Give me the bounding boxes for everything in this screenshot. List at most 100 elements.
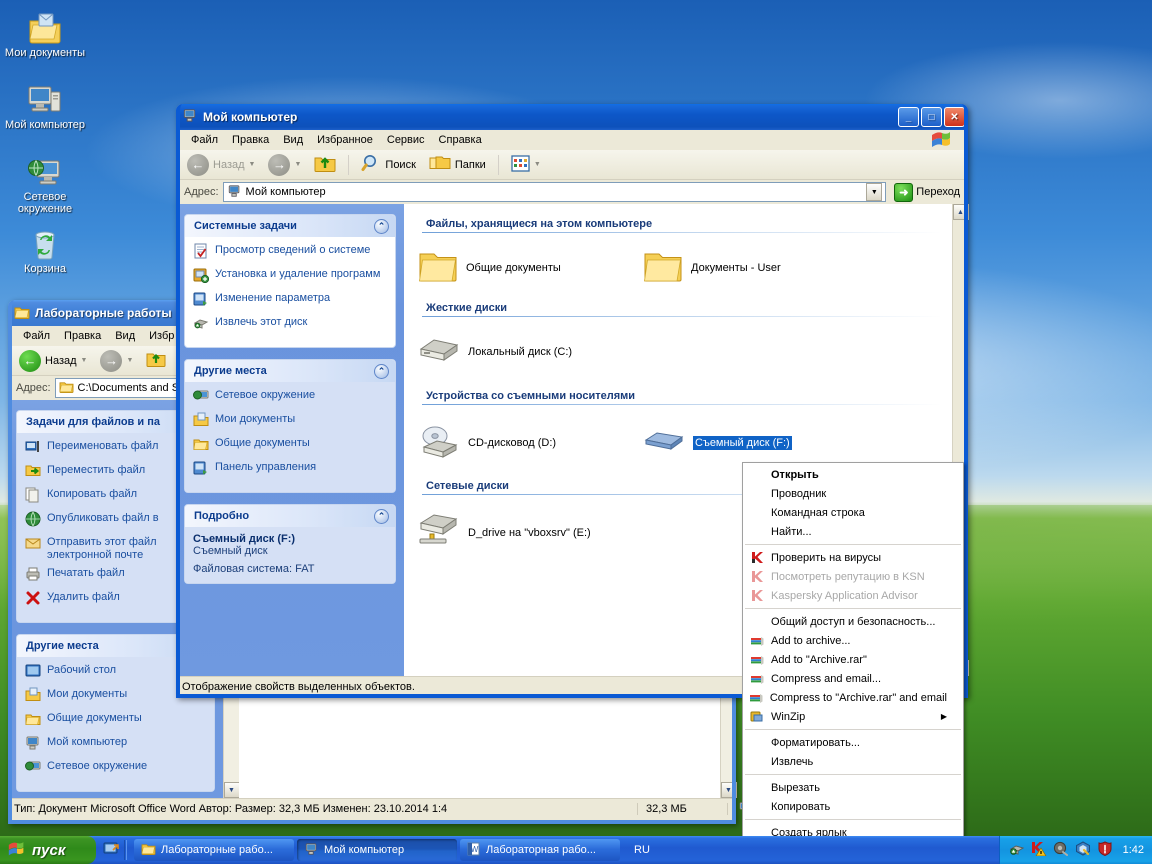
context-menu-item-format[interactable]: Форматировать... (743, 733, 963, 752)
address-input[interactable]: Мой компьютер ▼ (222, 182, 887, 202)
back-button-back-window[interactable]: ← Назад ▼ (14, 348, 92, 374)
place-shared-documents[interactable]: Общие документы (193, 436, 387, 456)
chevron-up-icon[interactable]: ⌃ (374, 218, 389, 234)
place-shared-documents[interactable]: Общие документы (25, 711, 206, 731)
context-menu-item-compress-to-archive-and-email[interactable]: Compress to "Archive.rar" and email (743, 688, 963, 707)
chevron-down-icon[interactable]: ▼ (294, 161, 301, 168)
panel-system-tasks: Системные задачи ⌃ Просмотр сведений о с… (184, 214, 396, 348)
addressbar-front[interactable]: Адрес: Мой компьютер ▼ ➜ Переход (176, 180, 968, 204)
taskbar[interactable]: пуск Лабораторные рабо... Мой компьютер … (0, 836, 1152, 864)
chevron-up-icon[interactable]: ⌃ (374, 508, 389, 524)
panel-header-system-tasks[interactable]: Системные задачи ⌃ (185, 215, 395, 237)
toolbar-front[interactable]: ← Назад ▼ → ▼ Поиск Папки ▼ (176, 150, 968, 180)
maximize-button[interactable]: □ (921, 107, 942, 127)
task-system-info[interactable]: Просмотр сведений о системе (193, 243, 387, 263)
language-bar[interactable]: RU (623, 836, 661, 864)
place-my-documents[interactable]: Мои документы (193, 412, 387, 432)
forward-button-back-window[interactable]: → ▼ (95, 348, 138, 374)
forward-button[interactable]: → ▼ (263, 152, 306, 178)
quick-launch-bar[interactable] (96, 840, 134, 860)
context-menu-item-copy[interactable]: Копировать (743, 797, 963, 816)
chevron-down-icon[interactable]: ▼ (866, 183, 883, 201)
volume-icon[interactable] (1053, 841, 1069, 859)
menu-edit-back[interactable]: Правка (57, 328, 108, 344)
menu-favorites[interactable]: Избранное (310, 132, 380, 148)
chevron-down-icon[interactable]: ▼ (126, 357, 133, 364)
place-control-panel[interactable]: Панель управления (193, 460, 387, 480)
place-network-places[interactable]: Сетевое окружение (25, 759, 206, 779)
kaspersky-warning-icon[interactable] (1031, 841, 1047, 859)
context-menu-item-compress-and-email[interactable]: Compress and email... (743, 669, 963, 688)
context-menu-item-search[interactable]: Найти... (743, 522, 963, 541)
context-menu-item-winzip[interactable]: WinZip ▶ (743, 707, 963, 726)
search-button[interactable]: Поиск (356, 151, 420, 178)
back-button[interactable]: ← Назад ▼ (182, 152, 260, 178)
file-item-local-disk-c[interactable]: Локальный диск (C:) (418, 335, 643, 368)
chevron-up-icon[interactable]: ⌃ (374, 363, 389, 379)
menu-view[interactable]: Вид (276, 132, 310, 148)
task-change-setting[interactable]: Изменение параметра (193, 291, 387, 311)
clock[interactable]: 1:42 (1123, 844, 1144, 856)
context-menu-item-add-to-archive-rar[interactable]: Add to "Archive.rar" (743, 650, 963, 669)
chevron-down-icon[interactable]: ▼ (534, 161, 541, 168)
context-menu-item-cut[interactable]: Вырезать (743, 778, 963, 797)
taskbar-button-laboratory-works[interactable]: Лабораторные рабо... (134, 839, 294, 861)
panel-header-other-places[interactable]: Другие места ⌃ (185, 360, 395, 382)
kaspersky-icon (749, 588, 765, 604)
taskbar-button-laboratory-work-doc[interactable]: W Лабораторная рабо... (460, 839, 620, 861)
file-item-documents-user[interactable]: Документы - User (643, 249, 868, 286)
context-menu-item-scan-for-viruses[interactable]: Проверить на вирусы (743, 548, 963, 567)
panel-header-details[interactable]: Подробно ⌃ (185, 505, 395, 527)
context-menu-item-ksn-reputation[interactable]: Посмотреть репутацию в KSN (743, 567, 963, 586)
place-network-places[interactable]: Сетевое окружение (193, 388, 387, 408)
security-center-icon[interactable] (1097, 841, 1113, 859)
context-menu-item-add-to-archive[interactable]: Add to archive... (743, 631, 963, 650)
titlebar-my-computer[interactable]: Мой компьютер _ □ ✕ (176, 104, 968, 130)
go-button[interactable]: ➜ Переход (890, 182, 964, 202)
menu-file[interactable]: Файл (184, 132, 225, 148)
context-menu-item-kaspersky-app-advisor[interactable]: Kaspersky Application Advisor (743, 586, 963, 605)
task-add-remove-programs[interactable]: Установка и удаление программ (193, 267, 387, 287)
task-eject-disk[interactable]: Извлечь этот диск (193, 315, 387, 335)
chevron-down-icon[interactable]: ▼ (249, 161, 256, 168)
menubar-front[interactable]: Файл Правка Вид Избранное Сервис Справка (176, 130, 968, 150)
desktop[interactable]: Мои документы Мой компьютер Сетевое окру… (0, 0, 1152, 836)
start-button[interactable]: пуск (0, 836, 96, 864)
context-menu[interactable]: Открыть Проводник Командная строка Найти… (742, 462, 964, 836)
context-menu-item-sharing-and-security[interactable]: Общий доступ и безопасность... (743, 612, 963, 631)
file-item-removable-disk-f[interactable]: Съемный диск (F:) (643, 423, 868, 462)
context-menu-item-create-shortcut[interactable]: Создать ярлык (743, 823, 963, 837)
menu-view-back[interactable]: Вид (108, 328, 142, 344)
context-menu-item-command-prompt[interactable]: Командная строка (743, 503, 963, 522)
system-tray[interactable]: 1:42 (998, 836, 1152, 864)
folders-button[interactable]: Папки (424, 152, 491, 178)
file-item-network-drive-e[interactable]: D_drive на "vboxsrv" (E:) (418, 513, 738, 552)
views-button[interactable]: ▼ (506, 153, 546, 177)
desktop-icon-my-computer[interactable]: Мой компьютер (3, 76, 87, 131)
chevron-down-icon[interactable]: ▼ (81, 357, 88, 364)
safely-remove-hardware-icon[interactable] (1009, 841, 1025, 859)
context-menu-item-eject[interactable]: Извлечь (743, 752, 963, 771)
up-button[interactable] (309, 151, 341, 178)
minimize-button[interactable]: _ (898, 107, 919, 127)
file-item-cd-drive-d[interactable]: CD-дисковод (D:) (418, 423, 643, 462)
vbox-guest-additions-icon[interactable] (1075, 841, 1091, 859)
scroll-up-button[interactable]: ▲ (952, 204, 969, 220)
file-item-shared-documents[interactable]: Общие документы (418, 249, 643, 286)
menu-help[interactable]: Справка (432, 132, 489, 148)
show-desktop-icon[interactable] (103, 841, 120, 860)
menu-edit[interactable]: Правка (225, 132, 276, 148)
desktop-icon-network-places[interactable]: Сетевое окружение (3, 148, 87, 215)
desktop-icon-recycle-bin[interactable]: Корзина (3, 220, 87, 275)
window-buttons[interactable]: _ □ ✕ (898, 107, 965, 127)
up-button-back-window[interactable] (141, 348, 171, 373)
place-my-computer[interactable]: Мой компьютер (25, 735, 206, 755)
taskbar-button-my-computer[interactable]: Мой компьютер (297, 839, 457, 861)
context-menu-item-open[interactable]: Открыть (743, 465, 963, 484)
scroll-down-button[interactable]: ▼ (223, 782, 240, 798)
menu-tools[interactable]: Сервис (380, 132, 432, 148)
menu-file-back[interactable]: Файл (16, 328, 57, 344)
close-button[interactable]: ✕ (944, 107, 965, 127)
context-menu-item-explore[interactable]: Проводник (743, 484, 963, 503)
desktop-icon-my-documents[interactable]: Мои документы (3, 4, 87, 59)
